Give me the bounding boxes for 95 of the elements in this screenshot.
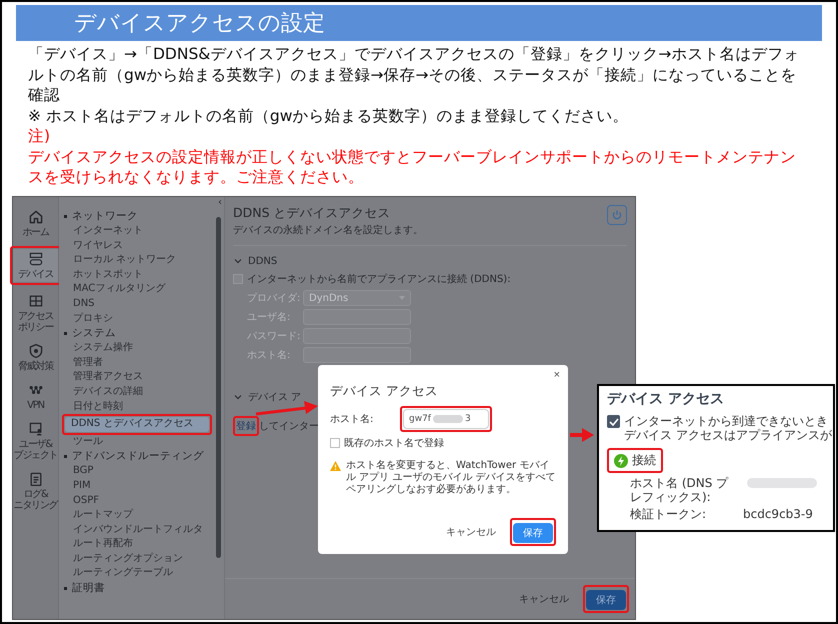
instruction-text: 注) <box>28 126 52 146</box>
status-text: 接続 <box>632 452 656 469</box>
rail-button[interactable]: 脅威対策 <box>13 341 58 374</box>
rail-label: 脅威対策 <box>18 361 54 372</box>
checkbox-label: 既存のホスト名で登録 <box>344 437 444 450</box>
dialog-title: デバイス アクセス <box>330 383 439 400</box>
nav-item[interactable]: ルーティングオプション <box>62 552 212 566</box>
instruction-text: 「デバイス」→「DDNS&デバイスアクセス」でデバイスアクセスの「登録」をクリック→ホスト名はデフォルトの名前（gwから始まる英数字）のまま登録→保存→その後、ステータスが「接続」になっていることを確認 <box>28 44 800 106</box>
nav-group[interactable]: アドバンスドルーティング <box>62 449 212 464</box>
nav-item[interactable]: ローカル ネットワーク <box>62 253 212 268</box>
field-label: プロバイダ: <box>247 292 302 305</box>
router-icon <box>28 251 44 267</box>
collapse-button[interactable]: ‹ <box>218 197 222 208</box>
rail-button[interactable]: アクセス ポリシー <box>13 291 58 335</box>
nav-item[interactable]: OSPF <box>62 494 212 508</box>
nav-item[interactable]: インターネット <box>62 224 212 239</box>
nav-item[interactable]: ルートマップ <box>62 508 212 523</box>
register-link[interactable]: 登録 <box>236 421 256 432</box>
rail-button[interactable]: ホーム <box>13 207 58 240</box>
nav-item[interactable]: 日付と時刻 <box>62 400 212 414</box>
nav-item[interactable]: BGP <box>62 464 212 479</box>
home-icon <box>28 209 44 225</box>
redaction-mark <box>432 415 463 423</box>
chevron-icon <box>233 392 243 402</box>
cancel-button[interactable]: キャンセル <box>515 590 573 608</box>
checkbox[interactable] <box>607 415 620 428</box>
nav-item[interactable]: システム操作 <box>62 341 212 356</box>
rail-label: ポリシー <box>18 322 54 333</box>
save-button[interactable]: 保存 <box>586 590 626 610</box>
rail-button[interactable]: ユーザ& ブジェクト <box>13 419 58 463</box>
clipboard-icon <box>28 471 44 487</box>
nav-item[interactable]: プロキシ <box>62 312 212 326</box>
checkbox-label: デバイス アクセスはアプライアンスが <box>624 428 832 442</box>
checkbox[interactable] <box>233 274 243 284</box>
rail-label: ユーザ& <box>19 439 52 450</box>
user-screen-icon <box>28 421 44 437</box>
nav-item[interactable]: インバウンドルートフィルタ <box>62 522 212 538</box>
nav-item[interactable]: MACフィルタリング <box>62 282 212 297</box>
field-label: パスワード: <box>247 330 302 343</box>
nav-item[interactable]: デバイスの詳細 <box>62 384 212 400</box>
page-title: DDNS とデバイスアクセス <box>233 205 392 222</box>
save-button[interactable]: 保存 <box>513 523 553 543</box>
nav-item[interactable]: ホットスポット <box>62 268 212 282</box>
field-label: 検証トークン: <box>630 507 708 521</box>
checkbox-label: インターネットから到達できないとき <box>624 414 829 428</box>
nav-item[interactable]: 管理者アクセス <box>62 370 212 385</box>
close-button[interactable]: × <box>554 369 560 381</box>
nav-item[interactable]: ルート再配布 <box>62 537 212 552</box>
warning-icon <box>330 461 341 471</box>
rail-label: VPN <box>27 400 44 411</box>
arrow <box>570 428 594 442</box>
nav-item[interactable]: ルーティングテーブル <box>62 566 212 582</box>
lightning-icon <box>614 454 628 468</box>
provider-select[interactable]: DynDns <box>303 290 411 306</box>
instruction-text: デバイスアクセスの設定情報が正しくない状態ですとフーバーブレインサポートからのリモートメンテナンスを受けられなくなります。ご注意ください。 <box>28 146 797 188</box>
nav-group[interactable]: システム <box>62 326 212 342</box>
power-button[interactable] <box>607 205 627 225</box>
nav-group[interactable]: ネットワーク <box>62 209 212 224</box>
field-label: ホスト名 (DNS プレフィックス): <box>630 476 730 504</box>
rail-label: ブジェクト <box>13 450 58 461</box>
rail-label: ニタリング <box>13 500 58 511</box>
grid-icon <box>28 293 44 309</box>
rail-label: ホーム <box>22 227 49 238</box>
field-value: bcdc9cb3-9 <box>743 507 813 521</box>
rail-button[interactable]: デバイス <box>13 249 58 282</box>
warning-text: ホスト名を変更すると、WatchTower モバイル アプリ ユーザのモバイル デバイスをすべてペアリングしなおす必要があります。 <box>346 460 556 496</box>
checkbox-label: インターネットから名前でアプライアンスに接続 (DDNS): <box>247 272 511 286</box>
page-subtitle: デバイスの永続ドメイン名を設定します。 <box>233 224 423 237</box>
nav-item[interactable]: 管理者 <box>62 356 212 370</box>
section-heading: デバイス ア <box>248 391 302 404</box>
nav-item[interactable]: DNS <box>62 296 212 312</box>
rail-label: ログ& <box>23 489 48 500</box>
rail-label: アクセス <box>18 311 54 322</box>
power-icon <box>611 209 623 221</box>
rail-label: デバイス <box>18 269 54 280</box>
rail-button[interactable]: VPN <box>13 380 58 413</box>
host-name-field[interactable]: gw7f 3 <box>403 409 489 429</box>
instruction-text: ※ ホスト名はデフォルトの名前（gwから始まる英数字）のまま登録してください。 <box>28 106 630 126</box>
field-label: ユーザ名: <box>247 311 292 324</box>
nav-item[interactable]: ツール <box>62 434 212 450</box>
chevron-icon <box>233 256 243 266</box>
cancel-button[interactable]: キャンセル <box>442 523 500 541</box>
field-label: ホスト名: <box>330 413 374 426</box>
nav-group[interactable]: 証明書 <box>62 581 212 596</box>
slide-title: デバイスアクセスの設定 <box>74 10 325 38</box>
rail-button[interactable]: ログ& ニタリング <box>13 469 58 513</box>
section-heading: DDNS <box>248 256 278 266</box>
checkbox[interactable] <box>330 438 340 448</box>
nav-item[interactable]: DDNS とデバイスアクセス <box>65 417 209 432</box>
panel-title: デバイス アクセス <box>607 390 725 408</box>
nav-item[interactable]: ワイヤレス <box>62 238 212 254</box>
field-label: ホスト名: <box>247 349 292 362</box>
shield-icon <box>28 343 44 359</box>
redaction-mark <box>747 478 817 488</box>
nav-item[interactable]: PIM <box>62 478 212 494</box>
